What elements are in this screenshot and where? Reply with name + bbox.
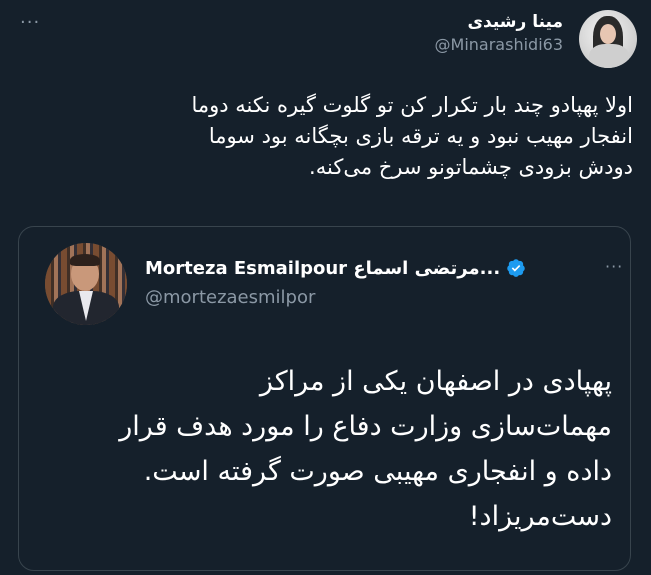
tweet-author[interactable]: مینا رشیدی @Minarashidi63 [435, 10, 563, 56]
tweet-text: اولا پهپادو چند بار تکرار کن تو گلوت گیر… [33, 90, 633, 183]
tweet-card: ··· مینا رشیدی @Minarashidi63 اولا پهپاد… [0, 0, 651, 575]
verified-badge-icon [506, 258, 526, 278]
tweet-text-line: اولا پهپادو چند بار تکرار کن تو گلوت گیر… [191, 93, 633, 117]
quoted-text-line: دست‌مریزاد! [468, 501, 612, 532]
quoted-text-line: پهپادی در اصفهان یکی از مراکز [259, 366, 612, 397]
avatar-scarf-shape [589, 44, 629, 68]
author-handle[interactable]: @Minarashidi63 [435, 34, 563, 56]
quoted-author-name[interactable]: Morteza Esmailpour مرتضی اسماع... [145, 258, 500, 279]
avatar-face-shape [600, 24, 616, 44]
quoted-text-line: مهمات‌سازی وزارت دفاع را مورد هدف قرار [119, 411, 612, 442]
author-name[interactable]: مینا رشیدی [435, 10, 563, 34]
avatar-hair-shape [70, 254, 100, 266]
quoted-author-header[interactable]: Morteza Esmailpour مرتضی اسماع... [145, 253, 526, 283]
author-avatar[interactable] [579, 10, 637, 68]
tweet-text-line: انفجار مهیب نبود و یه ترقه بازی بچگانه ب… [208, 124, 633, 148]
tweet-text-line: دودش بزودی چشماتونو سرخ می‌کنه. [309, 155, 633, 179]
quoted-text-line: داده و انفجاری مهیبی صورت گرفته است. [143, 456, 612, 487]
quoted-tweet[interactable]: Morteza Esmailpour مرتضی اسماع... @morte… [18, 226, 631, 571]
quoted-author-handle[interactable]: @mortezaesmilpor [145, 285, 315, 311]
quoted-tweet-text: پهپادی در اصفهان یکی از مراکز مهمات‌سازی… [32, 359, 612, 539]
quoted-author-avatar[interactable] [45, 243, 127, 325]
more-options-icon[interactable]: ··· [20, 14, 40, 32]
more-options-icon[interactable]: ··· [605, 257, 623, 276]
